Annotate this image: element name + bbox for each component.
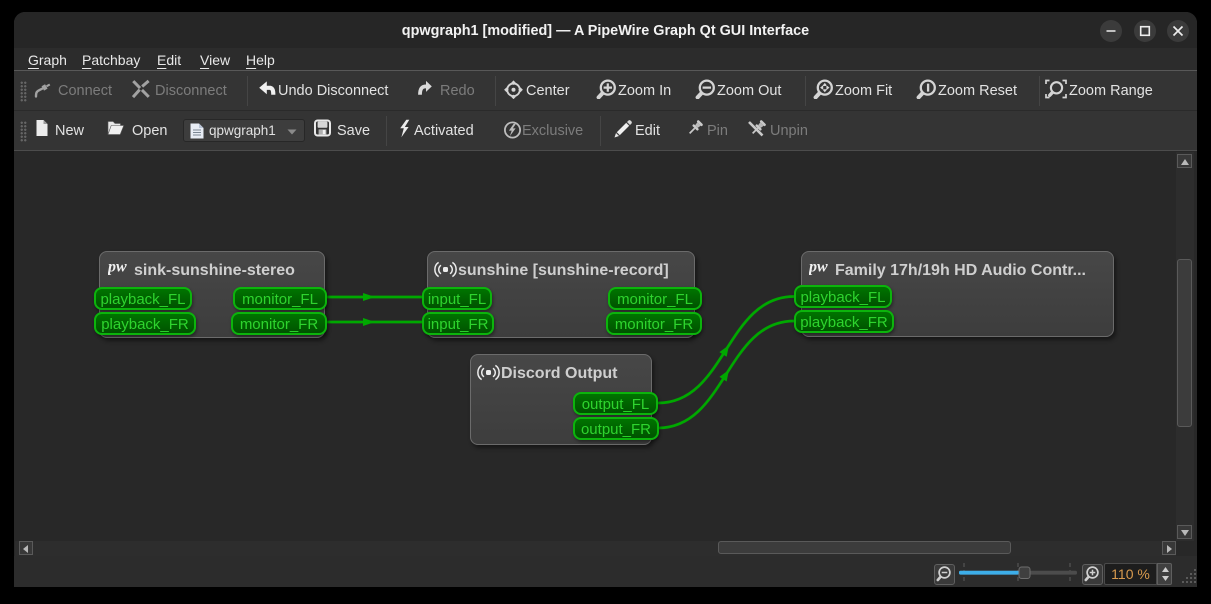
svg-text:pw: pw (809, 259, 828, 276)
svg-text:pw: pw (108, 259, 127, 276)
